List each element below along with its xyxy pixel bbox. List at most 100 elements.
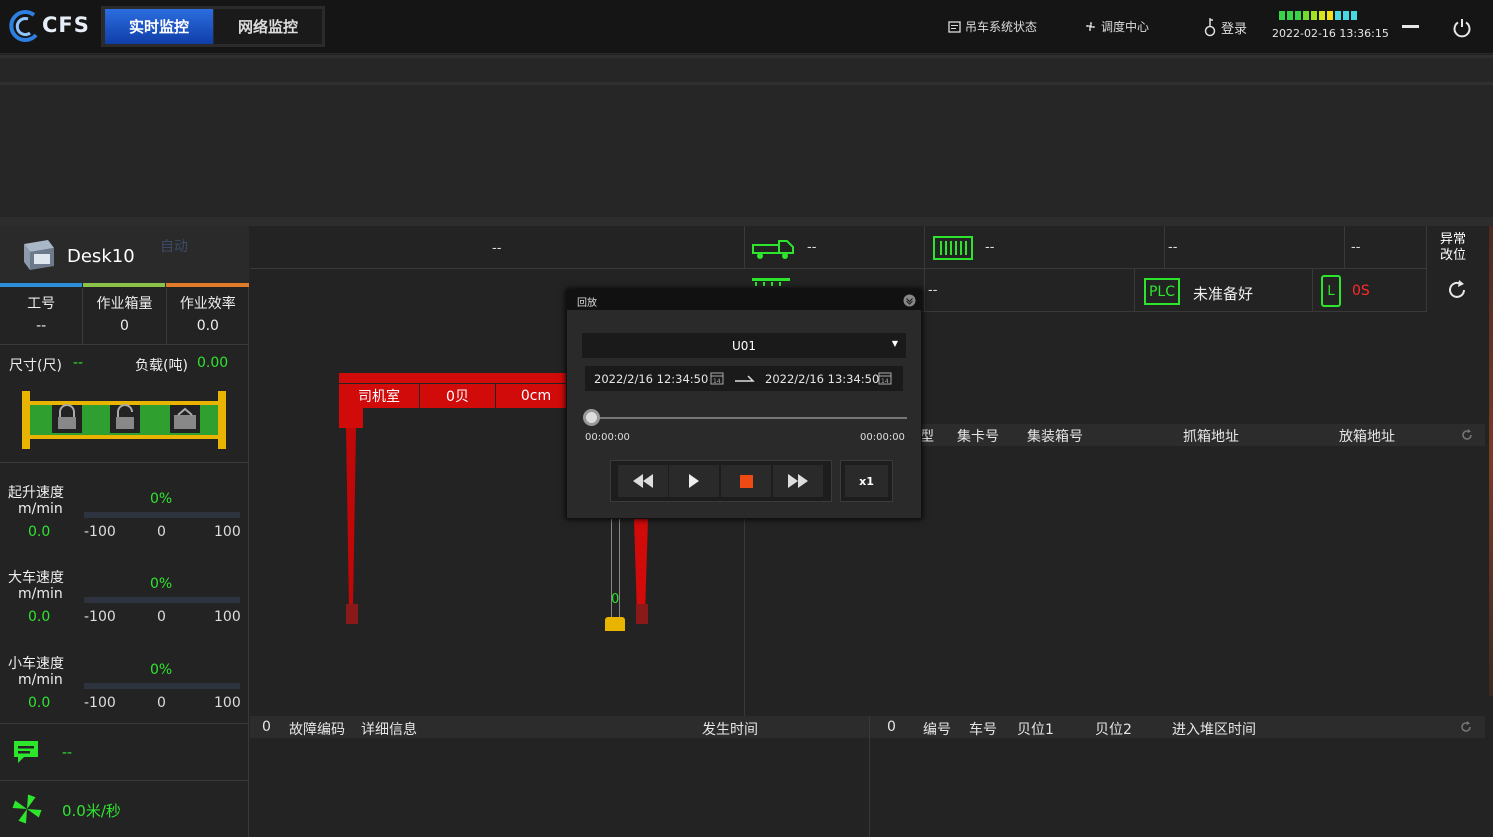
gauge-value: 0.0 bbox=[28, 609, 51, 625]
signal-bar bbox=[1295, 11, 1301, 20]
crane-status-button[interactable]: 吊车系统状态 bbox=[948, 18, 1037, 35]
svg-text:14: 14 bbox=[881, 378, 889, 385]
logo-text: CFS bbox=[42, 13, 90, 37]
col-place-address: 放箱地址 bbox=[1339, 429, 1395, 445]
plc-status: 未准备好 bbox=[1193, 285, 1254, 303]
row2-cell: -- bbox=[925, 269, 1135, 312]
fault-table-header: 0 故障编码 详细信息 发生时间 bbox=[250, 716, 869, 738]
message-value: -- bbox=[62, 745, 73, 761]
col-vehicle-no: 车号 bbox=[969, 722, 997, 738]
power-icon[interactable] bbox=[1452, 18, 1472, 38]
band-divider bbox=[0, 82, 1493, 85]
fault-count: 0 bbox=[262, 719, 271, 735]
l-badge-icon: L bbox=[1321, 275, 1341, 307]
right-edge-strip bbox=[1489, 226, 1493, 696]
refresh-icon[interactable] bbox=[1461, 429, 1473, 441]
col3-cell: -- bbox=[1165, 226, 1345, 269]
gauge-label: 起升速度 bbox=[8, 485, 64, 501]
gauge-max: 100 bbox=[214, 609, 241, 625]
signal-bar bbox=[1287, 11, 1293, 20]
play-button[interactable] bbox=[669, 465, 719, 497]
container-cell: -- bbox=[925, 226, 1165, 269]
desk-header: Desk10 自动 bbox=[0, 226, 249, 284]
job-table-header: 型 集卡号 集装箱号 抓箱地址 放箱地址 bbox=[920, 424, 1485, 446]
spreader-icon bbox=[605, 617, 625, 631]
tab-realtime-monitor[interactable]: 实时监控 bbox=[105, 9, 213, 44]
col3-value: -- bbox=[1168, 240, 1178, 255]
collapse-icon[interactable] bbox=[903, 294, 916, 307]
chevron-down-icon: ▼ bbox=[891, 339, 898, 348]
window-icon bbox=[948, 20, 961, 33]
col4-cell: -- bbox=[1345, 226, 1427, 269]
progress-slider-track[interactable] bbox=[591, 417, 907, 419]
crane-position-label: 0cm bbox=[496, 384, 576, 408]
crane-bay-label: 0贝 bbox=[420, 384, 495, 408]
left-panel: Desk10 自动 工号 -- 作业箱量 0 作业效率 0.0 尺寸(尺) --… bbox=[0, 226, 249, 837]
progress-slider-handle[interactable] bbox=[583, 409, 600, 426]
rewind-button[interactable] bbox=[618, 465, 668, 497]
playback-dialog: 回放 U01 ▼ 2022/2/16 12:34:50 14 2022/2/16… bbox=[566, 289, 922, 519]
total-time: 00:00:00 bbox=[860, 432, 905, 443]
stat-value: 0 bbox=[120, 318, 129, 334]
refresh-icon[interactable] bbox=[1446, 279, 1468, 301]
end-date-input[interactable]: 2022/2/16 13:34:50 bbox=[765, 372, 879, 386]
start-date-input[interactable]: 2022/2/16 12:34:50 bbox=[594, 372, 708, 386]
refresh-icon[interactable] bbox=[1460, 721, 1472, 733]
divider bbox=[0, 780, 249, 781]
device-select-value: U01 bbox=[731, 338, 757, 353]
signal-bar bbox=[1335, 11, 1341, 20]
login-button[interactable]: 登录 bbox=[1203, 17, 1247, 37]
divider bbox=[0, 344, 249, 345]
svg-text:14: 14 bbox=[713, 378, 721, 385]
fast-forward-icon bbox=[788, 474, 808, 488]
abnormal-reposition-button[interactable]: 异常改位 bbox=[1440, 232, 1470, 264]
minimize-icon[interactable] bbox=[1402, 25, 1419, 28]
stat-efficiency: 作业效率 0.0 bbox=[167, 288, 249, 344]
col-type: 型 bbox=[920, 429, 934, 445]
calendar-icon[interactable]: 14 bbox=[878, 371, 892, 385]
arrow-right-icon bbox=[735, 375, 755, 382]
time-cell: L 0S bbox=[1313, 269, 1427, 312]
container-icon bbox=[933, 236, 973, 260]
gauge-track bbox=[84, 597, 240, 603]
rail-icon bbox=[752, 278, 790, 286]
divider bbox=[1426, 226, 1427, 312]
gauge-track bbox=[84, 512, 240, 518]
gauge-unit: m/min bbox=[18, 586, 63, 602]
stop-icon bbox=[739, 474, 753, 488]
desktop-icon bbox=[24, 240, 54, 270]
hoist-height-value: 0 bbox=[611, 592, 620, 607]
tab-network-monitor[interactable]: 网络监控 bbox=[214, 9, 322, 44]
stop-button[interactable] bbox=[721, 465, 771, 497]
hoist-speed-gauge: 起升速度 m/min 0% 0.0 -100 0 100 bbox=[0, 474, 249, 559]
gauge-percent: 0% bbox=[150, 662, 173, 678]
elapsed-time: 00:00:00 bbox=[585, 432, 630, 443]
col4-value: -- bbox=[1351, 240, 1361, 255]
play-icon bbox=[689, 474, 699, 488]
col-pick-address: 抓箱地址 bbox=[1183, 429, 1239, 445]
stat-worker-id: 工号 -- bbox=[0, 288, 84, 344]
stat-label: 作业效率 bbox=[179, 296, 236, 312]
dispatch-center-label: 调度中心 bbox=[1101, 20, 1150, 34]
gauge-value: 0.0 bbox=[28, 695, 51, 711]
col-enter-yard-time: 进入堆区时间 bbox=[1172, 722, 1256, 738]
dispatch-center-button[interactable]: 调度中心 bbox=[1084, 18, 1149, 35]
top-bar: CFS 实时监控 网络监控 吊车系统状态 调度中心 登录 2022-02-16 … bbox=[0, 0, 1493, 54]
calendar-icon[interactable]: 14 bbox=[710, 371, 724, 385]
work-stats: 工号 -- 作业箱量 0 作业效率 0.0 bbox=[0, 288, 249, 344]
rewind-icon bbox=[633, 474, 653, 488]
fast-forward-button[interactable] bbox=[773, 465, 823, 497]
fan-icon bbox=[1086, 22, 1095, 31]
plc-icon: PLC bbox=[1144, 278, 1180, 305]
gauge-max: 100 bbox=[214, 695, 241, 711]
speed-button[interactable]: x1 bbox=[845, 465, 888, 497]
key-icon bbox=[1204, 18, 1216, 37]
container-value: -- bbox=[985, 240, 995, 255]
plc-cell: PLC 未准备好 bbox=[1135, 269, 1313, 312]
signal-indicator bbox=[1279, 11, 1357, 20]
dialog-title: 回放 bbox=[567, 290, 921, 310]
overview-band bbox=[0, 55, 1493, 217]
device-select[interactable]: U01 ▼ bbox=[582, 333, 906, 358]
stat-box-count: 作业箱量 0 bbox=[83, 288, 167, 344]
col-bay-2: 贝位2 bbox=[1095, 722, 1132, 738]
